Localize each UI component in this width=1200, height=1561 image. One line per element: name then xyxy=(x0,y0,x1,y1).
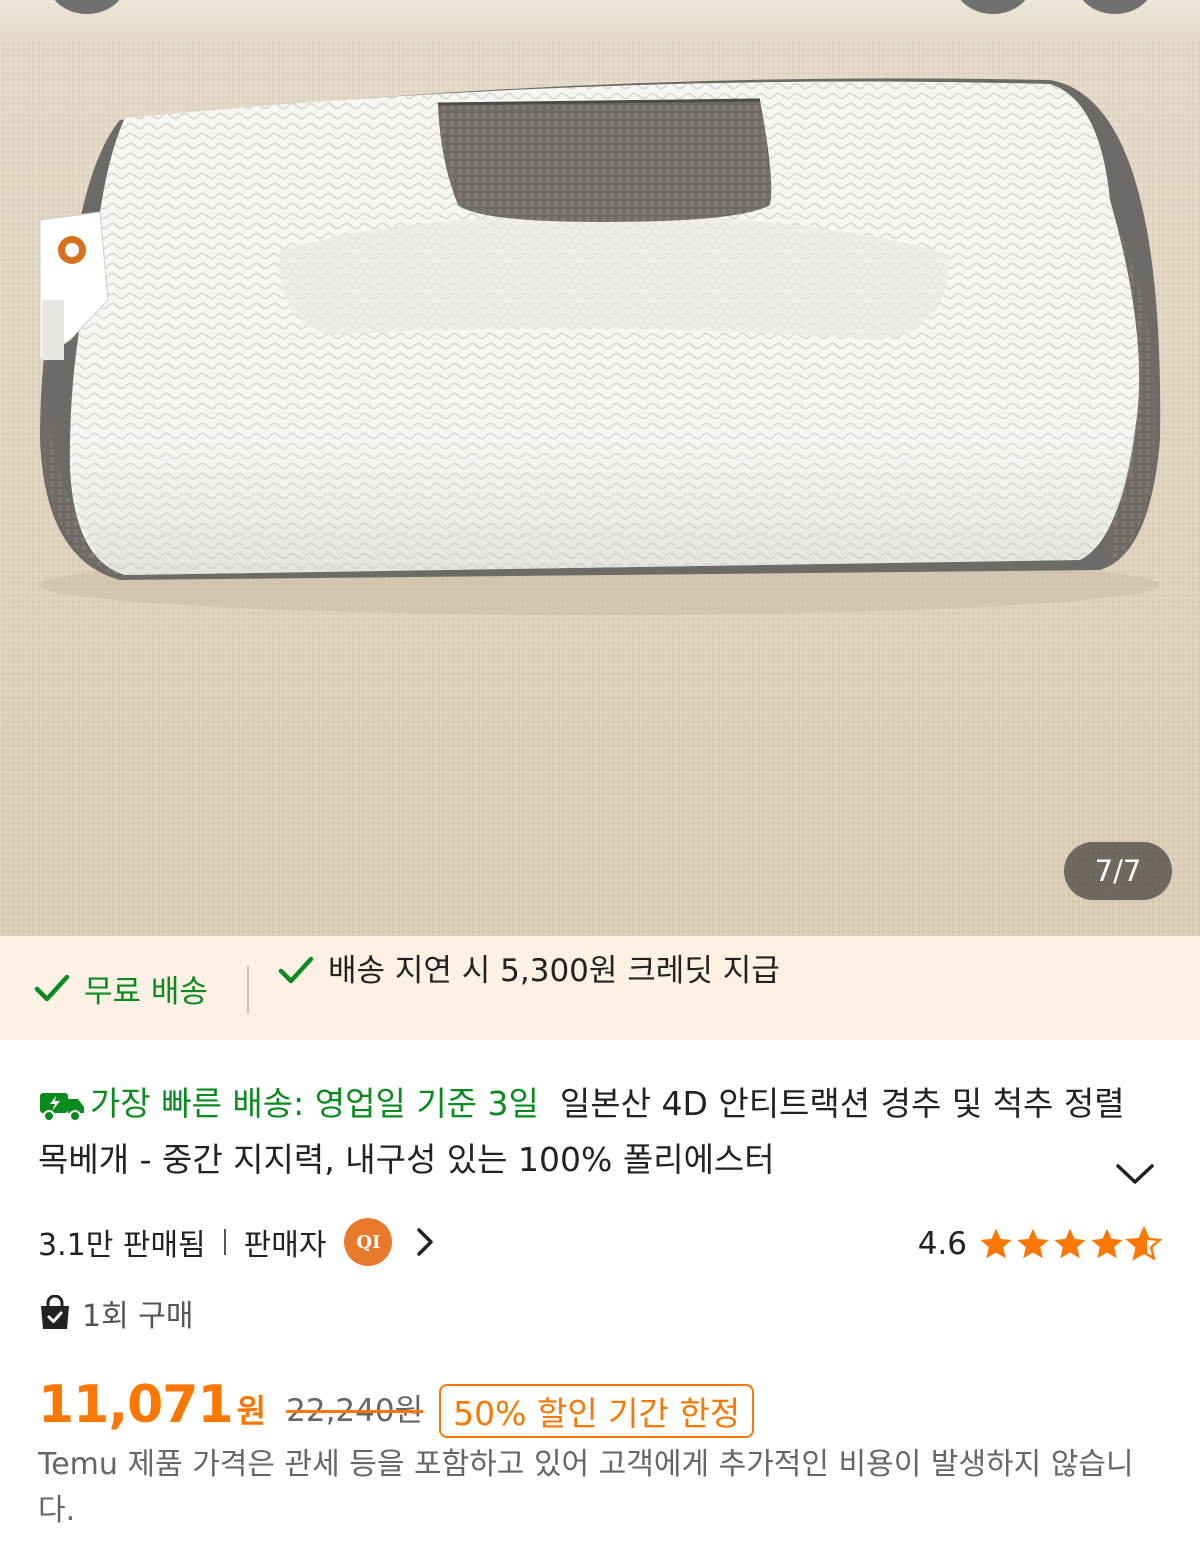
free-shipping-benefit[interactable]: 무료 배송 xyxy=(34,936,208,1040)
seller-label[interactable]: 판매자 xyxy=(244,1220,327,1264)
checkmark-icon xyxy=(34,974,70,1002)
benefit-divider xyxy=(247,966,249,1014)
purchase-count: 1회 구매 xyxy=(82,1299,194,1334)
original-price: 22,240원 xyxy=(286,1393,424,1429)
sold-count: 3.1만 판매됨 xyxy=(38,1228,206,1263)
product-title[interactable]: 가장 빠른 배송: 영업일 기준 3일 일본산 4D 안티트랙션 경추 및 척추… xyxy=(38,1076,1138,1188)
price-row: 11,071 원 22,240원 50% 할인 기간 한정 xyxy=(38,1368,755,1438)
delay-credit-label: 배송 지연 시 5,300원 크레딧 지급 xyxy=(328,953,780,989)
price-currency: 원 xyxy=(236,1392,267,1430)
delivery-truck-icon xyxy=(40,1093,84,1122)
checkmark-icon xyxy=(278,956,314,984)
star-full-icon xyxy=(1017,1228,1049,1259)
price-notice: Temu 제품 가격은 관세 등을 포함하고 있어 고객에게 추가적인 비용이 … xyxy=(38,1447,1134,1528)
shopping-bag-icon xyxy=(41,1295,69,1329)
free-shipping-label: 무료 배송 xyxy=(84,973,208,1010)
pillow-illustration xyxy=(39,78,1161,615)
product-image-gallery[interactable]: 7/7 xyxy=(0,0,1200,936)
discount-badge[interactable]: 50% 할인 기간 한정 xyxy=(439,1384,755,1438)
meta-divider xyxy=(223,1229,226,1255)
current-price: 11,071 xyxy=(38,1375,234,1435)
fast-delivery-text: 가장 빠른 배송: 영업일 기준 3일 xyxy=(90,1084,539,1123)
delay-credit-benefit[interactable]: 배송 지연 시 5,300원 크레딧 지급 xyxy=(278,948,798,994)
chevron-down-icon[interactable] xyxy=(1112,1156,1158,1190)
seller-avatar[interactable]: QI xyxy=(344,1218,393,1266)
star-partial-icon xyxy=(1126,1226,1162,1261)
image-counter: 7/7 xyxy=(1064,842,1172,900)
benefits-strip[interactable]: 무료 배송 배송 지연 시 5,300원 크레딧 지급 xyxy=(0,936,1200,1040)
star-full-icon xyxy=(980,1228,1012,1259)
repeat-purchase-info: 1회 구매 xyxy=(38,1290,193,1336)
rating-stars xyxy=(977,1226,1162,1262)
sales-seller-row: 3.1만 판매됨 판매자 QI xyxy=(38,1216,436,1268)
rating-value: 4.6 xyxy=(917,1226,967,1262)
fast-delivery-tag: 가장 빠른 배송: 영업일 기준 3일 xyxy=(38,1084,539,1123)
rating-summary[interactable]: 4.6 xyxy=(918,1220,1162,1268)
star-full-icon xyxy=(1091,1228,1123,1259)
chevron-right-icon[interactable] xyxy=(414,1225,436,1259)
star-full-icon xyxy=(1054,1228,1086,1259)
